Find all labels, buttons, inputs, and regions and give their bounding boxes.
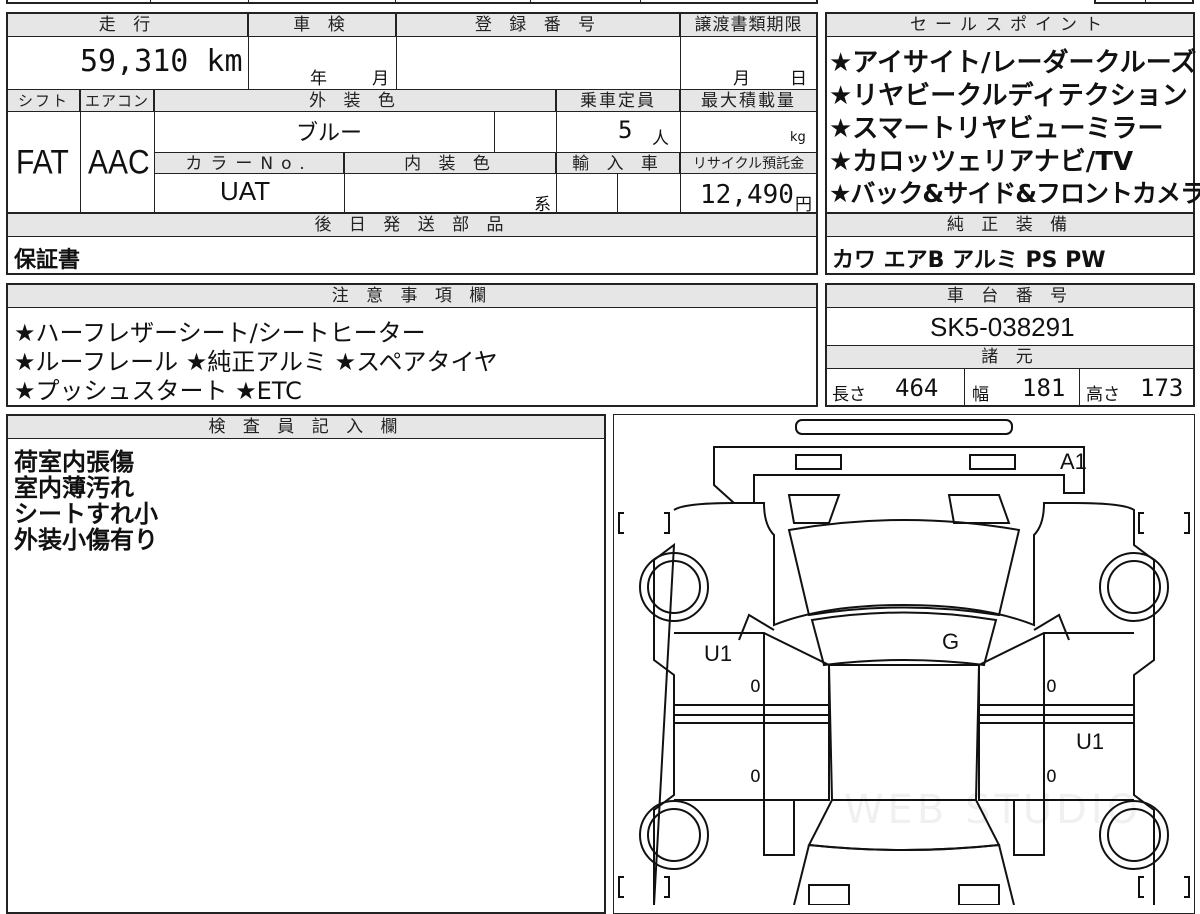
zero-mark: 0	[750, 767, 761, 787]
recycle-deposit-header: リサイクル預託金	[680, 152, 817, 174]
interior-color-header: 内 装 色	[344, 152, 556, 174]
shift-value: FAT	[16, 143, 69, 182]
notes-header: 注 意 事 項 欄	[7, 284, 817, 308]
aircon-header: エアコン	[80, 89, 154, 112]
exterior-color-value: ブルー	[296, 121, 363, 146]
sales-point-item: ★バック&サイド&フロントカメラ	[829, 179, 1200, 208]
inspection-header: 車 検	[248, 13, 396, 37]
color-no-header: カラーNo.	[154, 152, 344, 174]
chassis-header: 車 台 番 号	[826, 284, 1194, 308]
max-load-header: 最大積載量	[680, 89, 817, 112]
height-label: 高さ	[1086, 385, 1120, 405]
sales-points-header: セールスポイント	[826, 13, 1194, 37]
inspection-month-label: 月	[372, 69, 389, 89]
length-value: 464	[895, 374, 939, 402]
sales-point-item: ★リヤビークルディテクション	[829, 81, 1188, 111]
recycle-deposit-value: 12,490	[700, 180, 794, 210]
zero-mark: 0	[1046, 677, 1057, 697]
color-no-value: UAT	[220, 176, 271, 206]
zero-mark: 0	[750, 677, 761, 697]
damage-mark-g: G	[942, 629, 960, 654]
shift-header: シフト	[7, 89, 80, 112]
capacity-unit: 人	[652, 129, 669, 149]
inspector-line: 外装小傷有り	[14, 526, 158, 554]
sales-point-item: ★カロッツェリアナビ/TV	[829, 147, 1134, 177]
transfer-deadline-header: 譲渡書類期限	[680, 13, 817, 37]
width-value: 181	[1022, 374, 1066, 402]
exterior-color-header: 外 装 色	[154, 89, 556, 112]
note-line: ★プッシュスタート ★ETC	[14, 377, 302, 405]
length-label: 長さ	[832, 385, 866, 405]
damage-mark-u1-right: U1	[1076, 729, 1105, 754]
later-parts-value: 保証書	[14, 248, 81, 273]
registration-header: 登 録 番 号	[396, 13, 680, 37]
genuine-equipment-header: 純 正 装 備	[826, 213, 1194, 237]
sales-point-item: ★スマートリヤビューミラー	[829, 114, 1164, 144]
damage-mark-u1-left: U1	[704, 641, 733, 666]
genuine-equipment-value: カワ エアB アルミ PS PW	[832, 248, 1106, 273]
specs-header: 諸 元	[826, 345, 1194, 369]
inspection-year-label: 年	[310, 69, 327, 89]
import-header: 輸 入 車	[556, 152, 680, 174]
capacity-value: 5	[618, 116, 633, 144]
watermark: WEB STUDIO	[844, 787, 1143, 833]
capacity-header: 乗車定員	[556, 89, 680, 112]
width-label: 幅	[972, 385, 989, 405]
mileage-value: 59,310 km	[80, 44, 243, 79]
chassis-number: SK5-038291	[930, 312, 1075, 342]
transfer-month-label: 月	[733, 69, 750, 89]
inspector-header: 検 査 員 記 入 欄	[7, 415, 605, 439]
zero-mark: 0	[1046, 767, 1057, 787]
damage-mark-a1: A1	[1060, 449, 1087, 474]
car-condition-diagram: A1 U1 G U1 0 0 0 0 WEB STUDIO	[613, 414, 1195, 914]
max-load-unit: kg	[790, 130, 806, 145]
mileage-header: 走 行	[7, 13, 248, 37]
aircon-value: AAC	[88, 143, 150, 182]
sales-point-item: ★アイサイト/レーダークルーズ	[829, 48, 1197, 78]
transfer-day-label: 日	[790, 69, 807, 89]
height-value: 173	[1140, 374, 1184, 402]
